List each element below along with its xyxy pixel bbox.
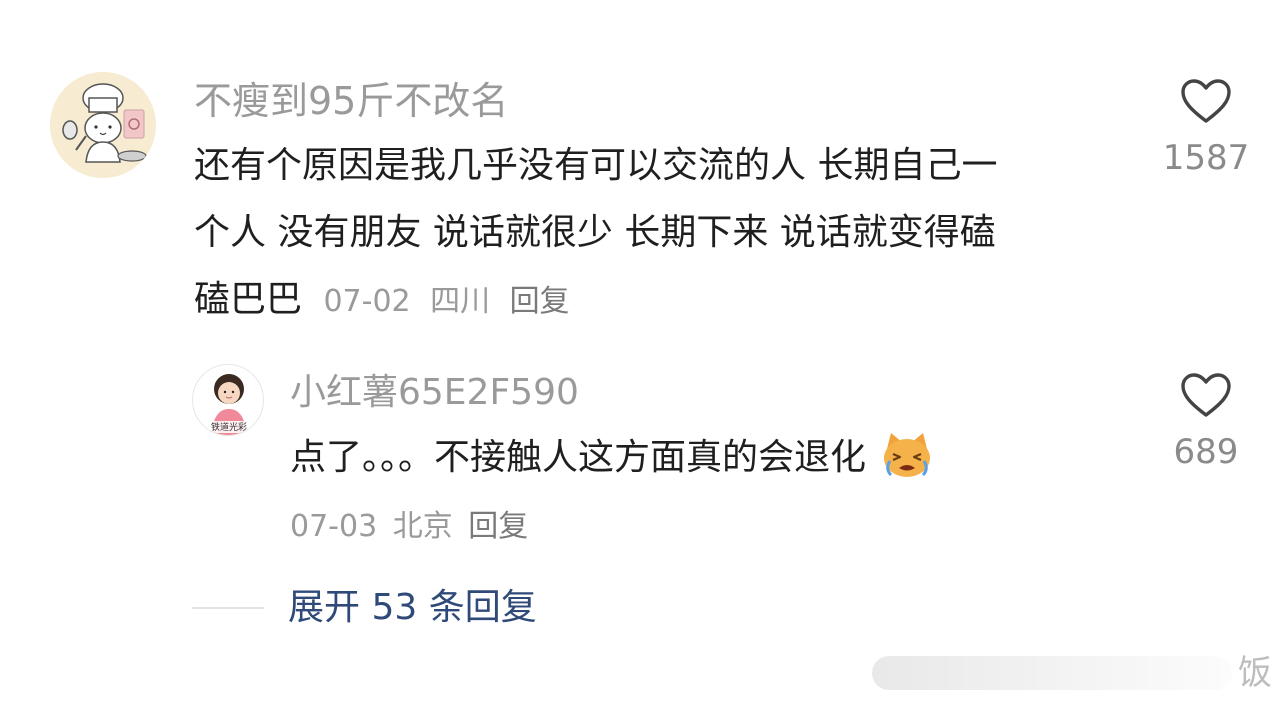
reply-location: 北京 [392,509,453,544]
comment-line: 个人 没有朋友 说话就很少 长期下来 说话就变得磕 [194,212,996,253]
comment-date: 07-02 [323,284,411,319]
crying-cat-emoji-icon [884,433,931,477]
reply-reply-button[interactable]: 回复 [468,509,528,544]
reply-username[interactable]: 小红薯65E2F590 [290,370,579,416]
heart-icon[interactable] [1180,78,1232,124]
comment-body: 还有个原因是我几乎没有可以交流的人 长期自己一 个人 没有朋友 说话就很少 长期… [194,132,1154,335]
reply-like-count: 689 [1173,432,1239,472]
comment-avatar[interactable] [50,72,156,178]
svg-text:铁道光彩: 铁道光彩 [211,421,247,433]
comment-location: 四川 [430,284,491,319]
chef-cat-avatar-icon [50,72,156,178]
comment-like-count: 1587 [1162,138,1250,178]
reply-like-group[interactable]: 689 [1154,372,1258,472]
expand-replies-button[interactable]: 展开 53 条回复 [288,584,537,632]
reply-avatar[interactable]: 铁道光彩 [192,364,264,436]
comment-reply-button[interactable]: 回复 [510,284,570,319]
reply-meta: 07-03 北京 回复 [290,506,528,548]
expand-divider [192,607,264,609]
comment-username[interactable]: 不瘦到95斤不改名 [194,76,508,126]
girl-avatar-icon: 铁道光彩 [193,365,263,435]
watermark-text: 饭 [1238,653,1272,693]
heart-icon[interactable] [1180,372,1232,418]
comment-line-with-meta: 磕巴巴 07-02 四川 回复 [194,266,1154,335]
reply-body: 点了。。。不接触人这方面真的会退化 [290,430,933,486]
reply-date: 07-03 [290,509,378,544]
reply-text: 点了。。。不接触人这方面真的会退化 [290,437,867,478]
comment-like-group[interactable]: 1587 [1154,78,1258,178]
comment-line: 磕巴巴 [194,279,303,320]
comment-line: 还有个原因是我几乎没有可以交流的人 长期自己一 [194,145,998,186]
watermark-bar [872,656,1232,690]
